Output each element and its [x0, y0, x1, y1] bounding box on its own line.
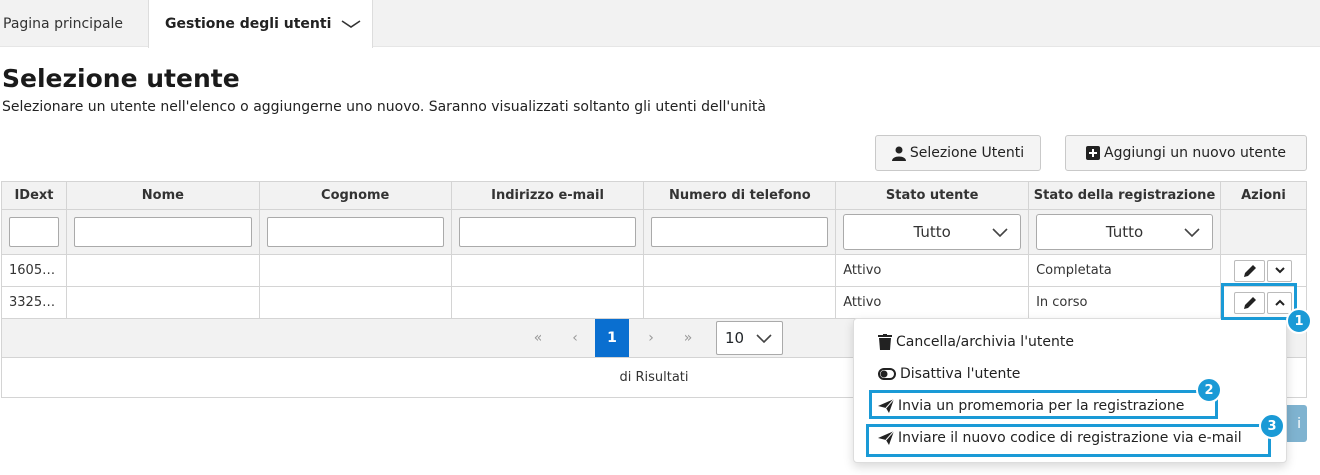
toggle-off-icon — [878, 368, 896, 380]
idext-cell: 1605… — [1, 254, 67, 287]
column-header[interactable]: Nome — [65, 181, 260, 210]
user-status-filter-value: Tutto — [913, 223, 951, 241]
select-users-label: Selezione Utenti — [909, 145, 1025, 161]
idext-filter-input[interactable] — [9, 217, 59, 247]
select-users-button[interactable]: Selezione Utenti — [875, 135, 1041, 171]
column-header[interactable]: Cognome — [258, 181, 452, 210]
highlight-box-actions — [1221, 283, 1297, 320]
add-user-label: Aggiungi un nuovo utente — [1104, 145, 1286, 161]
highlight-box-new-code — [866, 424, 1271, 457]
registration-status-cell: In corso — [1028, 286, 1221, 319]
email-filter-input[interactable] — [458, 217, 637, 247]
pencil-icon — [1243, 264, 1256, 277]
top-navigation: Pagina principale Gestione degli utenti — [0, 0, 1320, 48]
prev-page-button[interactable]: ‹ — [558, 319, 592, 357]
chevron-down-icon — [992, 228, 1008, 237]
chevron-down-icon — [1184, 228, 1200, 237]
registration-status-filter-value: Tutto — [1105, 223, 1144, 241]
user-status-filter-select[interactable]: Tutto — [843, 214, 1022, 250]
page-size-select[interactable]: 10 — [716, 321, 783, 355]
tab-home-label: Pagina principale — [3, 15, 124, 32]
chevron-down-icon — [756, 334, 772, 343]
column-header[interactable]: Numero di telefono — [643, 181, 837, 210]
next-page-button[interactable]: › — [634, 319, 668, 357]
expand-actions-button[interactable] — [1267, 259, 1293, 282]
chevron-down-icon — [341, 20, 361, 28]
menu-item-label: Disattiva l'utente — [900, 366, 1021, 382]
table-row[interactable]: 3325… Attivo In corso — [1, 286, 1308, 319]
first-page-button[interactable]: « — [521, 319, 555, 357]
last-page-button[interactable]: » — [671, 319, 705, 357]
step-badge: 3 — [1259, 413, 1285, 439]
idext-cell: 3325… — [1, 286, 67, 319]
tab-user-management-label: Gestione degli utenti — [165, 16, 332, 32]
step-badge: 1 — [1286, 308, 1312, 334]
phone-filter-input[interactable] — [651, 217, 829, 247]
menu-item-deactivate[interactable]: Disattiva l'utente — [878, 366, 1020, 382]
column-header[interactable]: Stato della registrazione — [1028, 181, 1221, 210]
name-filter-input[interactable] — [73, 217, 252, 247]
highlight-box-reminder — [869, 390, 1218, 419]
user-status-cell: Attivo — [835, 286, 1030, 319]
registration-status-filter-select[interactable]: Tutto — [1036, 214, 1213, 250]
column-header: Azioni — [1219, 181, 1308, 210]
partial-action-button[interactable]: i — [1284, 405, 1307, 442]
tab-home[interactable]: Pagina principale — [3, 0, 123, 47]
step-badge: 2 — [1196, 377, 1222, 403]
column-header[interactable]: IDext — [1, 181, 67, 210]
user-status-cell: Attivo — [835, 254, 1030, 287]
add-user-button[interactable]: Aggiungi un nuovo utente — [1065, 135, 1307, 171]
page-number-button[interactable]: 1 — [595, 319, 629, 357]
user-icon — [891, 146, 906, 161]
page-subtitle: Selezionare un utente nell'elenco o aggi… — [2, 99, 766, 115]
edit-button[interactable] — [1234, 259, 1266, 282]
trash-icon — [878, 334, 892, 350]
table-row[interactable]: 1605… Attivo Completata — [1, 254, 1308, 287]
chevron-down-icon — [1275, 267, 1285, 274]
menu-item-delete-archive[interactable]: Cancella/archivia l'utente — [878, 334, 1074, 350]
surname-filter-input[interactable] — [266, 217, 444, 247]
tab-user-management[interactable]: Gestione degli utenti — [148, 0, 373, 48]
registration-status-cell: Completata — [1028, 254, 1221, 287]
plus-square-icon — [1086, 146, 1100, 160]
page-title: Selezione utente — [2, 64, 240, 93]
page-size-value: 10 — [725, 329, 745, 347]
column-header[interactable]: Stato utente — [835, 181, 1030, 210]
column-header[interactable]: Indirizzo e-mail — [450, 181, 645, 210]
menu-item-label: Cancella/archivia l'utente — [896, 334, 1074, 350]
